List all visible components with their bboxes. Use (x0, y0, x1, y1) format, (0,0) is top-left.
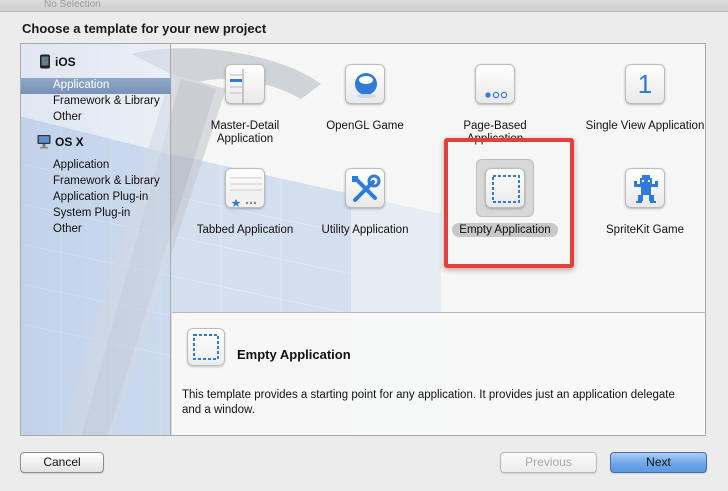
template-page-based[interactable]: Page-Based Application (435, 64, 555, 164)
template-opengl-game[interactable]: OpenGL Game (305, 64, 425, 164)
sidebar-item-osx-system-plugin[interactable]: System Plug-in (21, 206, 171, 222)
sidebar-group-ios[interactable]: iOS (21, 52, 171, 72)
window-title: No Selection (44, 0, 101, 10)
empty-app-icon (485, 168, 525, 208)
iphone-icon (40, 54, 50, 69)
sidebar-item-osx-application-plugin[interactable]: Application Plug-in (21, 190, 171, 206)
sidebar-item-osx-framework-library[interactable]: Framework & Library (21, 174, 171, 190)
template-label: SpriteKit Game (606, 224, 684, 236)
sidebar-item-label: System Plug-in (53, 207, 131, 219)
master-detail-icon (225, 64, 265, 104)
sidebar-item-ios-framework-library[interactable]: Framework & Library (21, 94, 171, 110)
template-utility[interactable]: Utility Application (305, 168, 425, 268)
sidebar: iOS Application Framework & Library Othe… (21, 44, 171, 435)
mac-icon (37, 135, 51, 149)
template-description: Empty Application This template provides… (172, 312, 705, 435)
single-view-icon: 1 (625, 64, 665, 104)
sidebar-item-label: Framework & Library (53, 95, 160, 107)
selected-label: Empty Application (452, 223, 558, 237)
title-bar: No Selection (0, 0, 728, 12)
sidebar-item-label: Application (53, 159, 110, 171)
template-label: Master-Detail Application (210, 120, 280, 145)
spritekit-icon (625, 168, 665, 208)
description-title: Empty Application (237, 347, 351, 362)
sidebar-item-ios-application[interactable]: Application (21, 78, 171, 94)
sidebar-item-osx-other[interactable]: Other (21, 222, 171, 238)
page-based-icon (475, 64, 515, 104)
template-spritekit-game[interactable]: SpriteKit Game (585, 168, 705, 268)
tabbed-icon (225, 168, 265, 208)
template-label: Utility Application (321, 224, 409, 236)
template-chooser: iOS Application Framework & Library Othe… (20, 43, 706, 436)
template-label: Tabbed Application (196, 224, 294, 236)
template-grid: Master-Detail Application OpenGL Game Pa… (172, 44, 705, 311)
template-master-detail[interactable]: Master-Detail Application (185, 64, 305, 164)
cancel-button[interactable]: Cancel (20, 452, 104, 473)
template-label: Empty Application (445, 223, 565, 237)
sidebar-item-label: Framework & Library (53, 175, 160, 187)
sidebar-group-osx[interactable]: OS X (21, 132, 171, 152)
page-title: Choose a template for your new project (22, 21, 267, 36)
template-single-view[interactable]: 1 Single View Application (585, 64, 705, 164)
sidebar-item-label: Application Plug-in (53, 191, 149, 203)
template-empty-application[interactable]: Empty Application (445, 159, 565, 268)
sidebar-item-label: Other (53, 223, 82, 235)
sidebar-item-ios-other[interactable]: Other (21, 110, 171, 126)
sidebar-item-osx-application[interactable]: Application (21, 158, 171, 174)
empty-app-icon (187, 328, 225, 366)
sidebar-group-label: OS X (55, 135, 84, 149)
next-button[interactable]: Next (610, 452, 707, 473)
template-tabbed[interactable]: Tabbed Application (185, 168, 305, 268)
opengl-icon (345, 64, 385, 104)
sidebar-item-label: Other (53, 111, 82, 123)
template-label: Page-Based Application (463, 120, 527, 145)
template-label: Single View Application (585, 120, 705, 132)
template-label: OpenGL Game (326, 120, 404, 132)
previous-button[interactable]: Previous (500, 452, 597, 473)
sidebar-group-label: iOS (55, 55, 76, 69)
utility-icon (345, 168, 385, 208)
single-view-glyph: 1 (637, 69, 653, 99)
description-text: This template provides a starting point … (182, 389, 675, 416)
sidebar-item-label: Application (53, 79, 110, 91)
